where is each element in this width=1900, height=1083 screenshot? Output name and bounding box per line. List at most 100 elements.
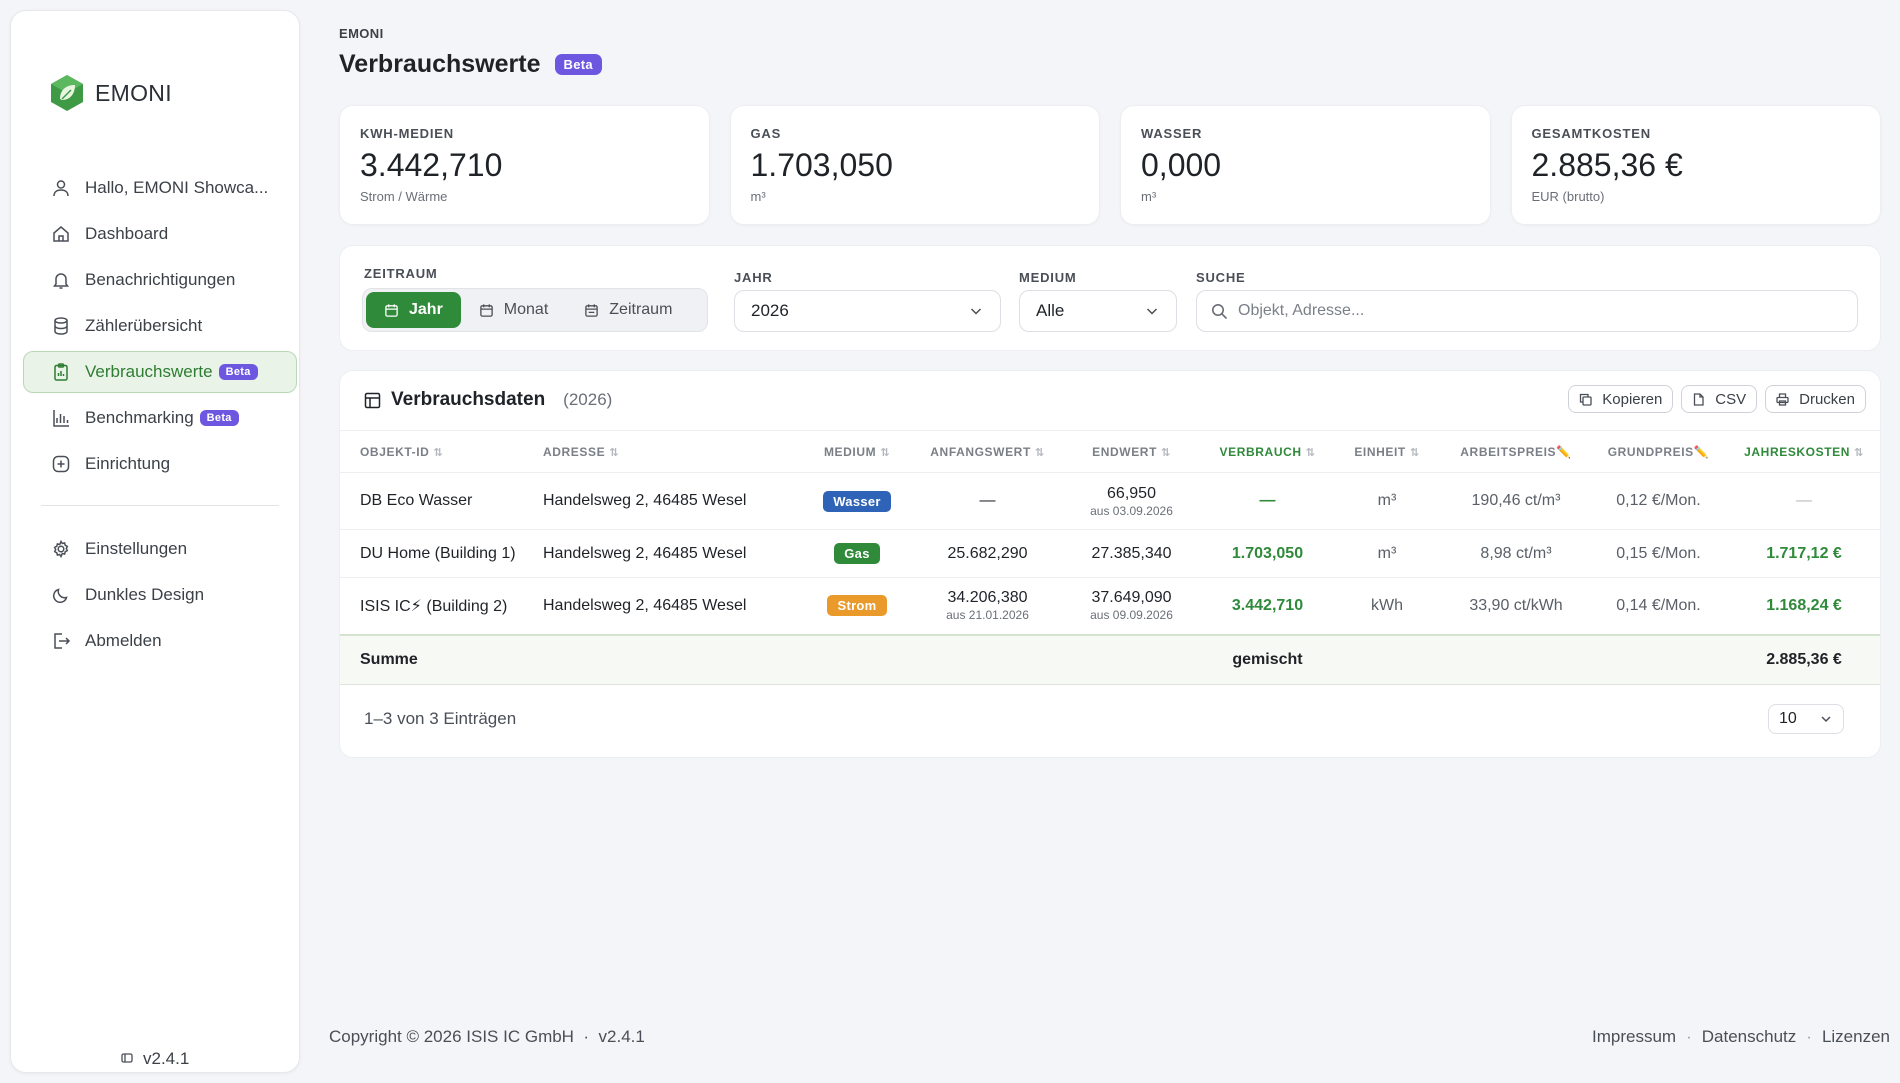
cell-medium: Gas	[800, 529, 914, 578]
cell-medium: Wasser	[800, 472, 914, 530]
kpi-value: 2.885,36 €	[1531, 147, 1683, 183]
cell-arbeitspreis[interactable]: 8,98 ct/m³	[1441, 529, 1591, 578]
sidebar-item-meters[interactable]: Zählerübersicht	[23, 305, 297, 347]
cell-grundpreis[interactable]: 0,12 €/Mon.	[1591, 472, 1726, 530]
sidebar-item-label: Benchmarking	[85, 408, 194, 427]
calendar-range-icon	[585, 303, 599, 317]
table-row[interactable]: DU Home (Building 1) Handelsweg 2, 46485…	[340, 529, 1880, 578]
segment-year[interactable]: Jahr	[366, 292, 461, 328]
kpi-value: 0,000	[1141, 147, 1222, 183]
cell-adresse: Handelsweg 2, 46485 Wesel	[541, 529, 800, 578]
page-size-select[interactable]: 10	[1768, 704, 1844, 734]
suche-label: SUCHE	[1196, 270, 1246, 285]
sum-label: Summe	[340, 633, 541, 685]
footer-link-lizenzen[interactable]: Lizenzen	[1822, 1027, 1890, 1047]
kpi-card-wasser: WASSER 0,000 m³	[1120, 105, 1491, 225]
col-header-endwert[interactable]: ENDWERT ⇅	[1061, 430, 1202, 473]
kpi-label: WASSER	[1141, 126, 1203, 141]
sidebar-item-notifications[interactable]: Benachrichtigungen	[23, 259, 297, 301]
table-actions: Kopieren CSV Drucken	[1568, 385, 1866, 413]
search-input[interactable]	[1238, 302, 1838, 320]
search-field[interactable]	[1196, 290, 1858, 332]
col-header-grundpreis[interactable]: GRUNDPREIS✏️	[1591, 430, 1726, 473]
year-select-value: 2026	[751, 301, 789, 320]
cell-jahreskosten: 1.168,24 €	[1726, 577, 1880, 635]
footer-copyright: Copyright © 2026 ISIS IC GmbH · v2.4.1	[329, 1027, 645, 1046]
cell-verbrauch: 3.442,710	[1202, 577, 1333, 635]
copy-button-label: Kopieren	[1602, 390, 1663, 408]
col-header-anfangswert[interactable]: ANFANGSWERT ⇅	[914, 430, 1061, 473]
cell-endwert: 27.385,340	[1061, 529, 1202, 578]
sidebar-item-settings[interactable]: Einstellungen	[23, 528, 297, 570]
page-title: Verbrauchswerte	[339, 50, 541, 78]
year-select[interactable]: 2026	[734, 290, 1001, 332]
medium-select[interactable]: Alle	[1019, 290, 1177, 332]
footer-link-impressum[interactable]: Impressum	[1592, 1027, 1676, 1047]
table-row[interactable]: DB Eco Wasser Handelsweg 2, 46485 Wesel …	[340, 472, 1880, 530]
sidebar-item-setup[interactable]: Einrichtung	[23, 443, 297, 485]
footer-link-datenschutz[interactable]: Datenschutz	[1702, 1027, 1797, 1047]
cell-anfangswert: —	[914, 472, 1061, 530]
sidebar-item-label: Einrichtung	[85, 454, 171, 473]
sidebar: EMONI Hallo, EMONI Showca... Dashboard B…	[10, 10, 300, 1073]
sidebar-item-benchmarking[interactable]: Benchmarking Beta	[23, 397, 297, 439]
print-button[interactable]: Drucken	[1765, 385, 1866, 413]
kpi-value: 3.442,710	[360, 147, 503, 183]
col-header-einheit[interactable]: EINHEIT ⇅	[1333, 430, 1441, 473]
sidebar-item-user[interactable]: Hallo, EMONI Showca...	[23, 167, 297, 209]
sidebar-item-logout[interactable]: Abmelden	[23, 620, 297, 662]
data-panel-subtitle: (2026)	[563, 390, 613, 409]
sidebar-item-label: Einstellungen	[85, 539, 188, 558]
cell-grundpreis[interactable]: 0,15 €/Mon.	[1591, 529, 1726, 578]
sidebar-version: v2.4.1	[121, 1049, 189, 1069]
col-header-verbrauch[interactable]: VERBRAUCH ⇅	[1202, 430, 1333, 473]
beta-badge: Beta	[554, 54, 602, 75]
data-panel-header: Verbrauchsdaten (2026)	[364, 389, 612, 411]
col-header-jahreskosten[interactable]: JAHRESKOSTEN ⇅	[1726, 430, 1880, 473]
medium-select-value: Alle	[1036, 301, 1065, 320]
sidebar-item-label: Hallo, EMONI Showca...	[85, 178, 269, 197]
table-header-row: OBJEKT-ID ⇅ ADRESSE ⇅ MEDIUM ⇅ ANFANGSWERT ⇅…	[340, 430, 1880, 473]
sidebar-divider	[41, 505, 279, 506]
cell-anfangswert: 34.206,380 aus 21.01.2026	[914, 577, 1061, 635]
sum-verbrauch: gemischt	[1202, 633, 1333, 685]
kpi-unit: m³	[1141, 189, 1157, 204]
cell-grundpreis[interactable]: 0,14 €/Mon.	[1591, 577, 1726, 635]
jahr-label: JAHR	[734, 270, 773, 285]
cell-einheit: m³	[1333, 472, 1441, 530]
sidebar-item-label: Zählerübersicht	[85, 316, 203, 335]
cell-endwert: 66,950 aus 03.09.2026	[1061, 472, 1202, 530]
sidebar-item-label: Verbrauchswerte	[85, 362, 213, 381]
page-title-row: Verbrauchswerte Beta	[339, 50, 602, 79]
sum-row: Summe gemischt 2.885,36 €	[340, 633, 1880, 685]
beta-badge: Beta	[199, 410, 239, 426]
csv-button[interactable]: CSV	[1681, 385, 1758, 413]
cell-arbeitspreis[interactable]: 33,90 ct/kWh	[1441, 577, 1591, 635]
copy-button[interactable]: Kopieren	[1568, 385, 1674, 413]
zeitraum-label: ZEITRAUM	[364, 266, 438, 281]
col-header-medium[interactable]: MEDIUM ⇅	[800, 430, 914, 473]
col-header-arbeitspreis[interactable]: ARBEITSPREIS✏️	[1441, 430, 1591, 473]
col-header-adresse[interactable]: ADRESSE ⇅	[541, 430, 800, 473]
page-size-value: 10	[1779, 710, 1797, 727]
sidebar-item-dark-mode[interactable]: Dunkles Design	[23, 574, 297, 616]
kpi-label: GAS	[750, 126, 782, 141]
bar-chart-icon	[51, 408, 71, 428]
cell-arbeitspreis[interactable]: 190,46 ct/m³	[1441, 472, 1591, 530]
segment-label: Zeitraum	[609, 301, 673, 318]
file-icon	[1694, 392, 1704, 406]
segment-month[interactable]: Monat	[461, 292, 566, 328]
table-row[interactable]: ISIS IC⚡ (Building 2) Handelsweg 2, 4648…	[340, 577, 1880, 635]
sidebar-item-label: Benachrichtigungen	[85, 270, 236, 289]
brand[interactable]: EMONI	[47, 73, 172, 113]
sidebar-item-consumption[interactable]: Verbrauchswerte Beta	[23, 351, 297, 393]
cell-anfangswert: 25.682,290	[914, 529, 1061, 578]
cell-objekt: DU Home (Building 1)	[340, 529, 541, 578]
segment-range[interactable]: Zeitraum	[566, 292, 690, 328]
search-icon	[1212, 303, 1228, 319]
sidebar-item-dashboard[interactable]: Dashboard	[23, 213, 297, 255]
kpi-unit: EUR (brutto)	[1531, 189, 1605, 204]
col-header-objekt[interactable]: OBJEKT-ID ⇅	[340, 430, 541, 473]
period-segmented-control: Jahr Monat Zeitraum	[362, 288, 708, 332]
breadcrumb: EMONI	[339, 26, 384, 41]
